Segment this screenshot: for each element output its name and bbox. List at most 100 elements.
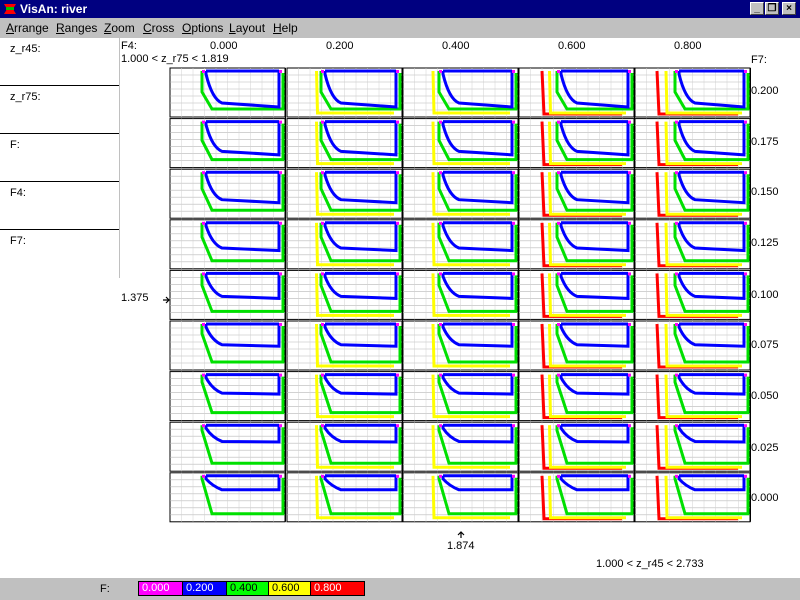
- series-magenta: [744, 221, 747, 225]
- x-tick: 0.800: [674, 40, 702, 52]
- close-button[interactable]: ×: [782, 2, 796, 15]
- cell-matrix-plot[interactable]: [0, 38, 800, 578]
- series-magenta: [202, 323, 205, 326]
- series-magenta: [744, 120, 747, 124]
- series-magenta: [396, 373, 399, 377]
- x-tick: 0.000: [210, 40, 238, 52]
- series-magenta: [557, 70, 560, 73]
- series-magenta: [202, 221, 205, 225]
- field-label: F4:: [10, 187, 26, 199]
- legend-label: F:: [100, 583, 110, 595]
- series-magenta: [675, 171, 678, 175]
- range-z-r75: 1.000 < z_r75 < 1.819: [121, 53, 229, 65]
- series-magenta: [439, 70, 442, 73]
- field-label: z_r45:: [10, 43, 41, 55]
- menu-ranges[interactable]: Ranges: [56, 21, 97, 35]
- legend-item-4[interactable]: 0.800: [310, 581, 365, 596]
- y-tick: 0.200: [751, 85, 779, 97]
- series-magenta: [512, 120, 515, 124]
- series-magenta: [512, 221, 515, 225]
- series-magenta: [439, 373, 442, 377]
- series-magenta: [512, 272, 515, 276]
- series-magenta: [321, 323, 324, 326]
- series-magenta: [512, 373, 515, 377]
- series-magenta: [202, 70, 205, 73]
- close-icon: ×: [786, 3, 792, 14]
- y-tick: 0.000: [751, 492, 779, 504]
- series-magenta: [321, 70, 324, 73]
- series-magenta: [512, 424, 515, 428]
- series-magenta: [675, 424, 678, 428]
- y-axis-name: F7:: [751, 54, 767, 66]
- series-magenta: [321, 373, 324, 377]
- y-tick: 0.175: [751, 136, 779, 148]
- series-magenta: [744, 70, 747, 73]
- field-label: F7:: [10, 235, 26, 247]
- z-r45-marker-arrow: [457, 531, 465, 538]
- restore-button[interactable]: ❐: [765, 2, 779, 15]
- x-tick: 0.600: [558, 40, 586, 52]
- x-tick: 0.200: [326, 40, 354, 52]
- series-magenta: [279, 323, 282, 326]
- series-magenta: [321, 120, 324, 124]
- title-bar: VisAn: river _ ❐ ×: [0, 0, 800, 18]
- series-magenta: [512, 171, 515, 175]
- field-f7[interactable]: F7:: [0, 230, 119, 277]
- series-magenta: [279, 171, 282, 175]
- series-magenta: [744, 323, 747, 326]
- series-magenta: [396, 323, 399, 326]
- legend-value: 0.400: [230, 582, 258, 594]
- legend-value: 0.200: [186, 582, 214, 594]
- series-magenta: [202, 120, 205, 124]
- series-magenta: [628, 323, 631, 326]
- restore-icon: ❐: [767, 3, 777, 14]
- series-magenta: [279, 424, 282, 428]
- series-magenta: [675, 474, 678, 478]
- series-magenta: [675, 70, 678, 73]
- y-tick: 0.150: [751, 186, 779, 198]
- minimize-button[interactable]: _: [750, 2, 764, 15]
- series-magenta: [396, 70, 399, 73]
- series-magenta: [675, 221, 678, 225]
- series-magenta: [279, 373, 282, 377]
- series-magenta: [396, 424, 399, 428]
- series-magenta: [628, 221, 631, 225]
- series-magenta: [396, 221, 399, 225]
- series-magenta: [439, 323, 442, 326]
- field-z-r75[interactable]: z_r75:: [0, 86, 119, 134]
- series-magenta: [396, 474, 399, 478]
- series-magenta: [557, 424, 560, 428]
- series-magenta: [744, 171, 747, 175]
- series-magenta: [744, 272, 747, 276]
- series-magenta: [628, 171, 631, 175]
- visualization-area: z_r45: z_r75: F: F4: F7: F4: 1.000 < z_r…: [0, 38, 800, 600]
- legend-value: 0.600: [272, 582, 300, 594]
- menu-zoom[interactable]: Zoom: [104, 21, 135, 35]
- menu-help[interactable]: Help: [273, 21, 298, 35]
- series-magenta: [279, 120, 282, 124]
- minimize-icon: _: [754, 3, 760, 14]
- series-magenta: [396, 171, 399, 175]
- menu-cross[interactable]: Cross: [143, 21, 174, 35]
- series-magenta: [202, 474, 205, 478]
- menu-options[interactable]: Options: [182, 21, 223, 35]
- series-magenta: [628, 474, 631, 478]
- field-z-r45[interactable]: z_r45:: [0, 38, 119, 86]
- series-magenta: [628, 424, 631, 428]
- menu-arrange[interactable]: Arrange: [6, 21, 49, 35]
- series-magenta: [557, 171, 560, 175]
- series-magenta: [202, 373, 205, 377]
- series-magenta: [512, 474, 515, 478]
- series-magenta: [279, 70, 282, 73]
- series-magenta: [396, 120, 399, 124]
- marker-z-r45: 1.874: [447, 540, 475, 552]
- range-z-r45: 1.000 < z_r45 < 2.733: [596, 558, 704, 570]
- series-magenta: [557, 373, 560, 377]
- series-magenta: [744, 373, 747, 377]
- series-magenta: [628, 272, 631, 276]
- series-magenta: [557, 474, 560, 478]
- field-f4[interactable]: F4:: [0, 182, 119, 230]
- field-f[interactable]: F:: [0, 134, 119, 182]
- z-r75-marker-arrow: [163, 296, 170, 304]
- menu-layout[interactable]: Layout: [229, 21, 265, 35]
